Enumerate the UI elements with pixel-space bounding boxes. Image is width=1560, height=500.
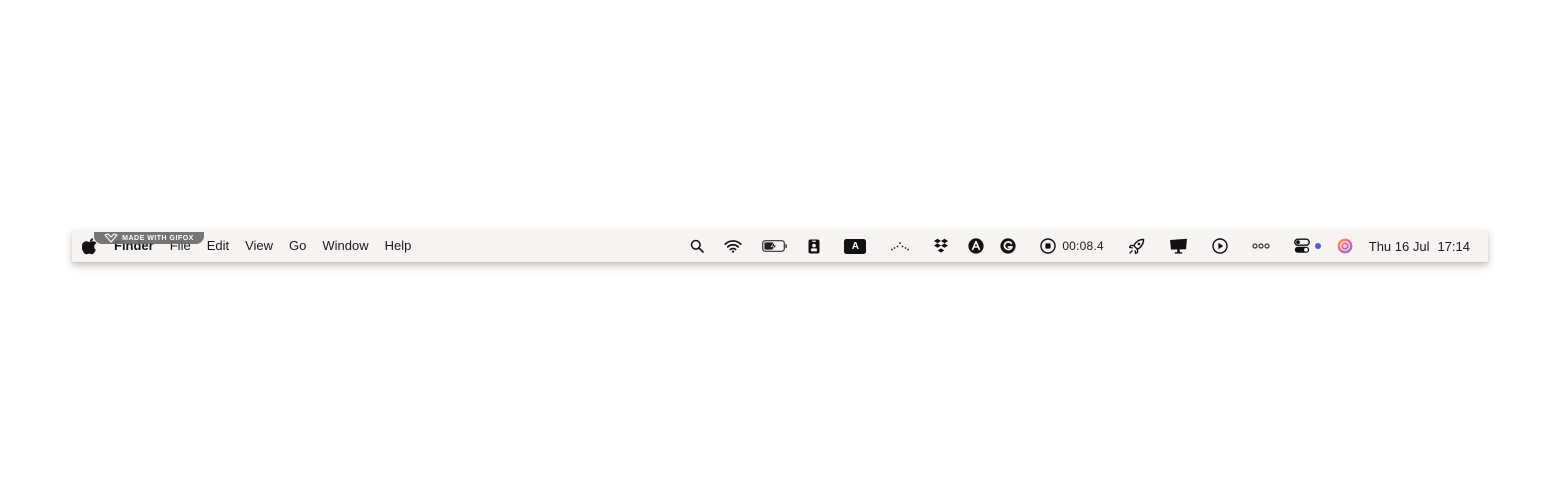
grammarly-icon[interactable] — [1000, 234, 1016, 258]
gifox-watermark: MADE WITH GIFOX — [94, 232, 204, 244]
notification-dot — [1314, 243, 1321, 249]
battery-charging-icon[interactable] — [762, 234, 788, 258]
menu-edit[interactable]: Edit — [199, 234, 237, 258]
dropbox-icon[interactable] — [934, 234, 949, 258]
wifi-icon[interactable] — [724, 234, 742, 258]
clock-time: 17:14 — [1437, 238, 1470, 254]
menu-bar: Finder File Edit View Go Window Help A 0… — [72, 230, 1488, 262]
play-circle-icon[interactable] — [1212, 234, 1228, 258]
input-source-letter: A — [844, 238, 867, 254]
dotted-wave-icon[interactable] — [890, 234, 910, 258]
clock-date: Thu 16 Jul — [1368, 238, 1430, 254]
more-dots-icon[interactable] — [1252, 234, 1270, 258]
screen-record-stop-icon — [1040, 238, 1057, 254]
menu-bar-clock[interactable]: Thu 16 Jul 17:14 — [1369, 239, 1470, 254]
gifox-logo-icon — [104, 233, 118, 243]
menu-help[interactable]: Help — [377, 234, 420, 258]
spotlight-search-icon[interactable] — [690, 234, 705, 258]
watermark-text: MADE WITH GIFOX — [122, 234, 194, 242]
menu-view[interactable]: View — [237, 234, 281, 258]
display-icon[interactable] — [1169, 234, 1188, 258]
id-badge-icon[interactable] — [808, 234, 820, 258]
keyboard-input-a-icon[interactable]: A — [844, 234, 867, 258]
control-center-icon[interactable] — [1293, 234, 1310, 258]
status-tray: A 00:08.4 Thu 16 Jul 17:14 — [690, 230, 1470, 262]
a-circle-icon[interactable] — [968, 234, 984, 258]
siri-icon[interactable] — [1337, 234, 1353, 258]
menu-window[interactable]: Window — [314, 234, 376, 258]
menu-go[interactable]: Go — [281, 234, 314, 258]
rocket-icon[interactable] — [1128, 234, 1145, 258]
record-timer-text: 00:08.4 — [1062, 239, 1104, 253]
screen-record-timer[interactable]: 00:08.4 — [1040, 234, 1104, 258]
